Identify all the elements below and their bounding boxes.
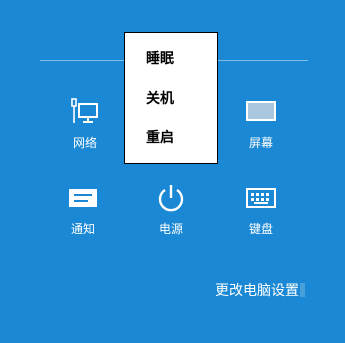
change-pc-settings-link[interactable]: 更改电脑设置 bbox=[215, 282, 305, 300]
notification-icon bbox=[63, 178, 103, 218]
network-label: 网络 bbox=[72, 136, 97, 150]
shutdown-menu-item[interactable]: 关机 bbox=[146, 91, 174, 107]
power-icon bbox=[151, 178, 191, 218]
keyboard-tile[interactable]: 键盘 bbox=[224, 178, 298, 250]
change-pc-settings-label: 更改电脑设置 bbox=[215, 283, 299, 299]
power-menu: 睡眠 关机 重启 bbox=[124, 32, 218, 164]
network-tile[interactable]: 网络 bbox=[48, 92, 122, 164]
keyboard-icon bbox=[241, 178, 281, 218]
screen-tile[interactable]: 屏幕 bbox=[224, 92, 298, 164]
sleep-menu-item[interactable]: 睡眠 bbox=[146, 51, 174, 67]
network-icon bbox=[65, 92, 105, 132]
restart-menu-item[interactable]: 重启 bbox=[146, 130, 174, 146]
notification-label: 通知 bbox=[70, 222, 95, 236]
link-highlight bbox=[300, 283, 305, 297]
power-label: 电源 bbox=[158, 222, 183, 236]
keyboard-label: 键盘 bbox=[248, 222, 273, 236]
screen-icon bbox=[241, 92, 281, 132]
screen-label: 屏幕 bbox=[248, 136, 273, 150]
power-tile[interactable]: 电源 bbox=[134, 178, 208, 250]
notification-tile[interactable]: 通知 bbox=[46, 178, 120, 250]
